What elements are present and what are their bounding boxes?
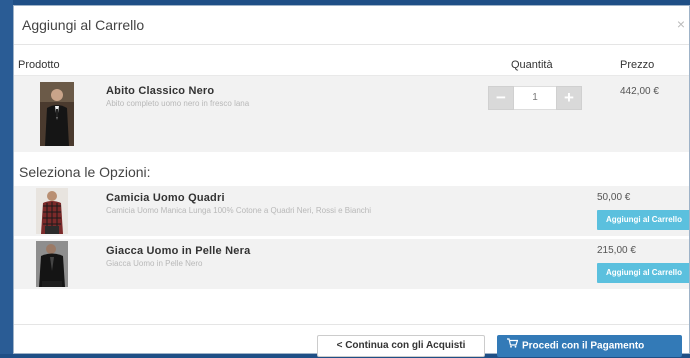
option-name[interactable]: Giacca Uomo in Pelle Nera	[106, 245, 250, 257]
option-description: Giacca Uomo in Pelle Nero	[106, 259, 203, 268]
options-section: Seleziona le Opzioni:	[14, 152, 689, 186]
close-icon[interactable]: ×	[677, 16, 685, 32]
column-product: Prodotto	[18, 59, 60, 71]
product-price: 442,00 €	[620, 86, 659, 97]
main-product-row: Abito Classico Nero Abito completo uomo …	[14, 76, 689, 152]
add-to-cart-button[interactable]: Aggiungi al Carrello	[597, 263, 689, 283]
column-quantity: Quantità	[511, 59, 553, 71]
product-description: Abito completo uomo nero in fresco lana	[106, 99, 250, 108]
decrease-button[interactable]: −	[488, 86, 514, 110]
quantity-stepper[interactable]: − 1 +	[488, 86, 582, 110]
option-image	[36, 188, 68, 234]
add-to-cart-modal: Aggiungi al Carrello × Prodotto Quantità…	[13, 5, 690, 354]
option-row: Camicia Uomo Quadri Camicia Uomo Manica …	[14, 186, 689, 236]
option-price: 50,00 €	[597, 192, 631, 203]
modal-footer-divider	[14, 324, 689, 325]
page-background	[0, 0, 13, 354]
product-name[interactable]: Abito Classico Nero	[106, 85, 214, 97]
option-description: Camicia Uomo Manica Lunga 100% Cotone a …	[106, 206, 372, 215]
checkout-label: Procedi con il Pagamento	[522, 340, 645, 352]
option-row: Giacca Uomo in Pelle Nera Giacca Uomo in…	[14, 239, 689, 289]
product-image	[40, 82, 74, 146]
quantity-input[interactable]: 1	[514, 86, 556, 110]
table-header: Prodotto Quantità Prezzo	[14, 45, 689, 76]
option-price: 215,00 €	[597, 245, 636, 256]
add-to-cart-button[interactable]: Aggiungi al Carrello	[597, 210, 689, 230]
option-image	[36, 241, 68, 287]
increase-button[interactable]: +	[556, 86, 582, 110]
column-price: Prezzo	[620, 59, 655, 71]
modal-header: Aggiungi al Carrello ×	[14, 6, 689, 45]
modal-title: Aggiungi al Carrello	[22, 17, 145, 33]
option-name[interactable]: Camicia Uomo Quadri	[106, 192, 225, 204]
options-title: Seleziona le Opzioni:	[19, 164, 151, 180]
